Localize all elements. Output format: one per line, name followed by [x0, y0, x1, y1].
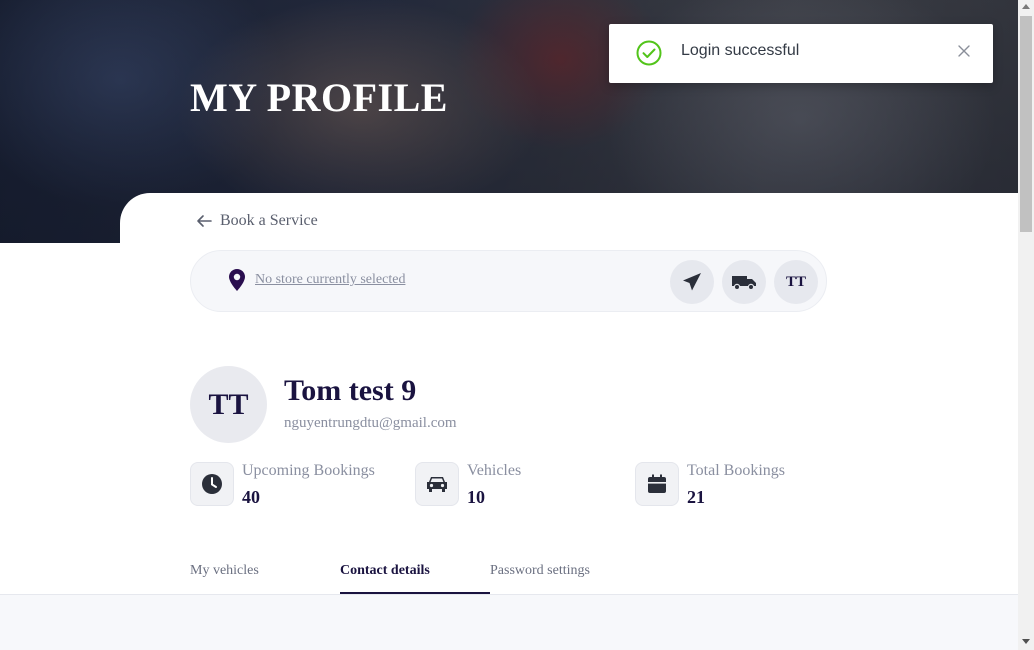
delivery-truck-button[interactable] — [722, 260, 766, 304]
profile-name: Tom test 9 — [284, 374, 417, 407]
send-button[interactable] — [670, 260, 714, 304]
paper-plane-icon — [683, 273, 701, 291]
toast-message: Login successful — [681, 42, 800, 59]
tab-my-vehicles[interactable]: My vehicles — [190, 563, 259, 579]
profile-email: nguyentrungdtu@gmail.com — [284, 415, 457, 431]
location-pin-icon — [229, 269, 245, 291]
page-scrollbar[interactable] — [1018, 0, 1034, 650]
stat-label: Total Bookings — [687, 462, 785, 479]
clock-icon — [190, 462, 234, 506]
scroll-down-arrow-icon[interactable] — [1022, 639, 1030, 644]
arrow-left-icon — [197, 215, 212, 227]
store-selector-bar: No store currently selected TT — [190, 250, 827, 312]
stat-value: 40 — [242, 487, 260, 507]
scroll-up-arrow-icon[interactable] — [1022, 4, 1030, 9]
tab-contact-details[interactable]: Contact details — [340, 563, 430, 579]
tab-password-settings[interactable]: Password settings — [490, 563, 590, 579]
back-to-book-service-link[interactable]: Book a Service — [196, 212, 318, 230]
profile-tabs: My vehicles Contact details Password set… — [190, 560, 1018, 595]
back-link-label: Book a Service — [220, 212, 318, 229]
avatar: TT — [190, 366, 267, 443]
close-icon[interactable] — [957, 44, 971, 58]
stat-label: Upcoming Bookings — [242, 462, 375, 479]
calendar-icon — [635, 462, 679, 506]
check-circle-icon — [636, 40, 662, 66]
login-toast: Login successful — [609, 24, 993, 83]
stat-value: 10 — [467, 487, 485, 507]
scrollbar-thumb[interactable] — [1020, 16, 1032, 232]
user-menu-button[interactable]: TT — [774, 260, 818, 304]
truck-icon — [732, 276, 756, 291]
stat-label: Vehicles — [467, 462, 522, 479]
stat-value: 21 — [687, 487, 705, 507]
car-icon — [415, 462, 459, 506]
page-title: MY PROFILE — [190, 75, 448, 120]
tab-content-area — [0, 595, 1018, 650]
select-store-link[interactable]: No store currently selected — [255, 272, 405, 288]
